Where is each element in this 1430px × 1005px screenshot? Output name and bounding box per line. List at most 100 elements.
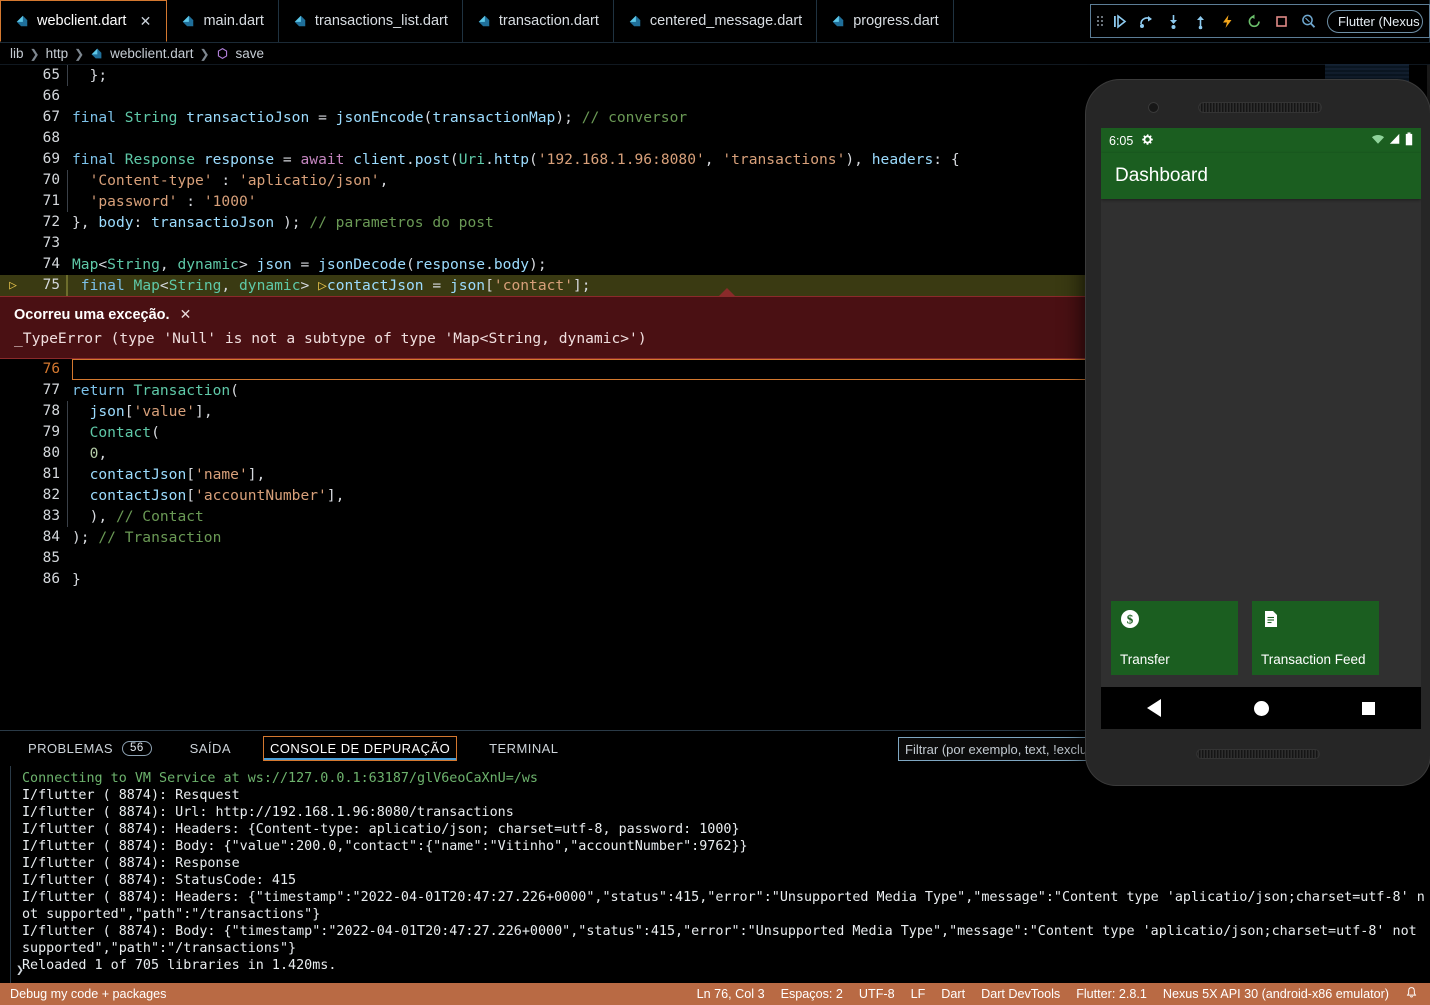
hot-reload-button[interactable] <box>1215 8 1240 34</box>
back-icon[interactable] <box>1147 699 1162 717</box>
phone-bezel-bottom <box>1086 729 1430 785</box>
console-filter-input[interactable]: Filtrar (por exemplo, text, !exclude) <box>898 737 1090 761</box>
console-line: I/flutter ( 8874): Url: http://192.168.1… <box>22 805 514 820</box>
breadcrumb-item-lib[interactable]: lib <box>10 46 24 61</box>
dart-file-icon <box>181 14 195 28</box>
status-eol[interactable]: LF <box>911 987 926 1001</box>
card-transfer[interactable]: $ Transfer <box>1111 601 1238 675</box>
home-icon[interactable] <box>1253 700 1269 716</box>
breadcrumb: lib ❯ http ❯ webclient.dart ❯ save <box>0 43 1430 65</box>
console-line: I/flutter ( 8874): Response <box>22 856 240 871</box>
editor-tab-label: transactions_list.dart <box>314 13 448 29</box>
android-status-bar: 6:05 <box>1101 128 1421 153</box>
restart-button[interactable] <box>1242 8 1267 34</box>
tab-label: CONSOLE DE DEPURAÇÃO <box>269 741 451 756</box>
tab-console-de-depuracao[interactable]: CONSOLE DE DEPURAÇÃO <box>262 736 458 761</box>
line-number: 82 <box>42 487 60 503</box>
phone-bezel-top <box>1086 80 1430 127</box>
debug-current-line-icon[interactable]: ▷ <box>0 275 26 296</box>
editor-tab-webclient[interactable]: webclient.dart ✕ <box>0 0 168 42</box>
editor-tab-transactions-list[interactable]: transactions_list.dart <box>278 0 463 42</box>
status-device[interactable]: Nexus 5X API 30 (android-x86 emulator) <box>1163 987 1389 1001</box>
front-camera-icon <box>1148 102 1159 113</box>
line-number: 78 <box>42 403 60 419</box>
emulator-screen[interactable]: 6:05 Dashboard $ Transfer Transaction Fe… <box>1101 128 1421 729</box>
debug-toolbar: Flutter (Nexus 5 <box>1090 4 1430 38</box>
status-bar: Debug my code + packages Ln 76, Col 3 Es… <box>0 983 1430 1005</box>
tab-terminal[interactable]: TERMINAL <box>483 737 564 760</box>
breadcrumb-item-webclient[interactable]: webclient.dart <box>110 46 193 61</box>
chevron-right-icon: ❯ <box>74 46 85 61</box>
dart-file-icon <box>831 14 845 28</box>
status-cursor-position[interactable]: Ln 76, Col 3 <box>697 987 765 1001</box>
android-navigation-bar <box>1101 687 1421 729</box>
card-label: Transaction Feed <box>1261 652 1366 667</box>
close-icon[interactable]: ✕ <box>180 306 192 323</box>
line-number: 77 <box>42 382 60 398</box>
status-debug-mode[interactable]: Debug my code + packages <box>10 987 166 1001</box>
console-line: I/flutter ( 8874): Body: {"value":200.0,… <box>22 839 748 854</box>
editor-tab-label: transaction.dart <box>498 13 599 29</box>
dashboard-feature-cards: $ Transfer Transaction Feed <box>1111 601 1379 675</box>
status-indentation[interactable]: Espaços: 2 <box>781 987 843 1001</box>
console-line: I/flutter ( 8874): Headers: {Content-typ… <box>22 822 740 837</box>
step-out-button[interactable] <box>1188 8 1213 34</box>
tab-label: SAÍDA <box>189 741 231 756</box>
card-transaction-feed[interactable]: Transaction Feed <box>1252 601 1379 675</box>
stop-button[interactable] <box>1269 8 1294 34</box>
debug-console-output[interactable]: Connecting to VM Service at ws://127.0.0… <box>0 766 1430 983</box>
wifi-icon <box>1371 133 1385 148</box>
exception-banner: Ocorreu uma exceção. ✕ _TypeError (type … <box>0 288 1086 359</box>
line-number: 86 <box>42 571 60 587</box>
editor-tab-progress[interactable]: progress.dart <box>817 0 954 42</box>
editor-tab-transaction[interactable]: transaction.dart <box>462 0 614 42</box>
vscode-window: webclient.dart ✕ main.dart transactions_… <box>0 0 1430 1005</box>
bottom-speaker <box>1196 749 1320 759</box>
bell-icon[interactable] <box>1405 986 1418 1002</box>
close-icon[interactable]: ✕ <box>138 13 152 30</box>
gear-icon <box>1141 133 1154 149</box>
tab-saida[interactable]: SAÍDA <box>184 737 237 760</box>
dart-file-icon <box>15 14 29 28</box>
continue-button[interactable] <box>1107 8 1132 34</box>
chevron-right-icon: ❯ <box>29 46 40 61</box>
problems-count-badge: 56 <box>121 741 152 756</box>
status-dart-devtools[interactable]: Dart DevTools <box>981 987 1060 1001</box>
line-number: 65 <box>42 67 60 83</box>
console-line: Reloaded 1 of 705 libraries in 1.420ms. <box>22 958 337 973</box>
tab-problemas[interactable]: PROBLEMAS 56 <box>22 737 158 760</box>
line-number: 71 <box>42 193 60 209</box>
console-line: I/flutter ( 8874): StatusCode: 415 <box>22 873 297 888</box>
editor-tab-centered-message[interactable]: centered_message.dart <box>613 0 818 42</box>
console-line: I/flutter ( 8874): Resquest <box>22 788 240 803</box>
status-flutter-version[interactable]: Flutter: 2.8.1 <box>1076 987 1147 1001</box>
line-number: 73 <box>42 235 60 251</box>
status-bar-right: Ln 76, Col 3 Espaços: 2 UTF-8 LF Dart Da… <box>697 986 1426 1002</box>
status-indicators <box>1371 132 1413 149</box>
editor-tab-main[interactable]: main.dart <box>167 0 279 42</box>
inspect-widget-icon[interactable] <box>1296 8 1321 34</box>
recent-apps-icon[interactable] <box>1361 701 1375 715</box>
app-bar: Dashboard <box>1101 153 1421 199</box>
line-number: 69 <box>42 151 60 167</box>
method-symbol-icon <box>216 47 230 61</box>
editor-tab-label: webclient.dart <box>37 13 127 29</box>
android-emulator-window[interactable]: 6:05 Dashboard $ Transfer Transaction Fe… <box>1086 80 1430 785</box>
exception-title: Ocorreu uma exceção. <box>14 306 170 323</box>
status-language-mode[interactable]: Dart <box>941 987 965 1001</box>
breadcrumb-item-http[interactable]: http <box>46 46 69 61</box>
step-into-button[interactable] <box>1161 8 1186 34</box>
drag-handle-icon[interactable] <box>1095 12 1105 30</box>
dashboard-body: $ Transfer Transaction Feed <box>1101 199 1421 687</box>
battery-icon <box>1405 132 1413 149</box>
step-over-button[interactable] <box>1134 8 1159 34</box>
dart-file-icon <box>628 14 642 28</box>
console-input-prompt[interactable]: ❯ <box>16 962 24 979</box>
editor-tab-label: centered_message.dart <box>649 13 803 29</box>
status-encoding[interactable]: UTF-8 <box>859 987 895 1001</box>
breadcrumb-item-save[interactable]: save <box>236 46 265 61</box>
chevron-right-icon: ❯ <box>199 46 210 61</box>
console-filter-placeholder: Filtrar (por exemplo, text, !exclude) <box>905 741 1090 757</box>
dart-file-icon <box>293 14 307 28</box>
device-selector-button[interactable]: Flutter (Nexus 5 <box>1327 9 1423 33</box>
